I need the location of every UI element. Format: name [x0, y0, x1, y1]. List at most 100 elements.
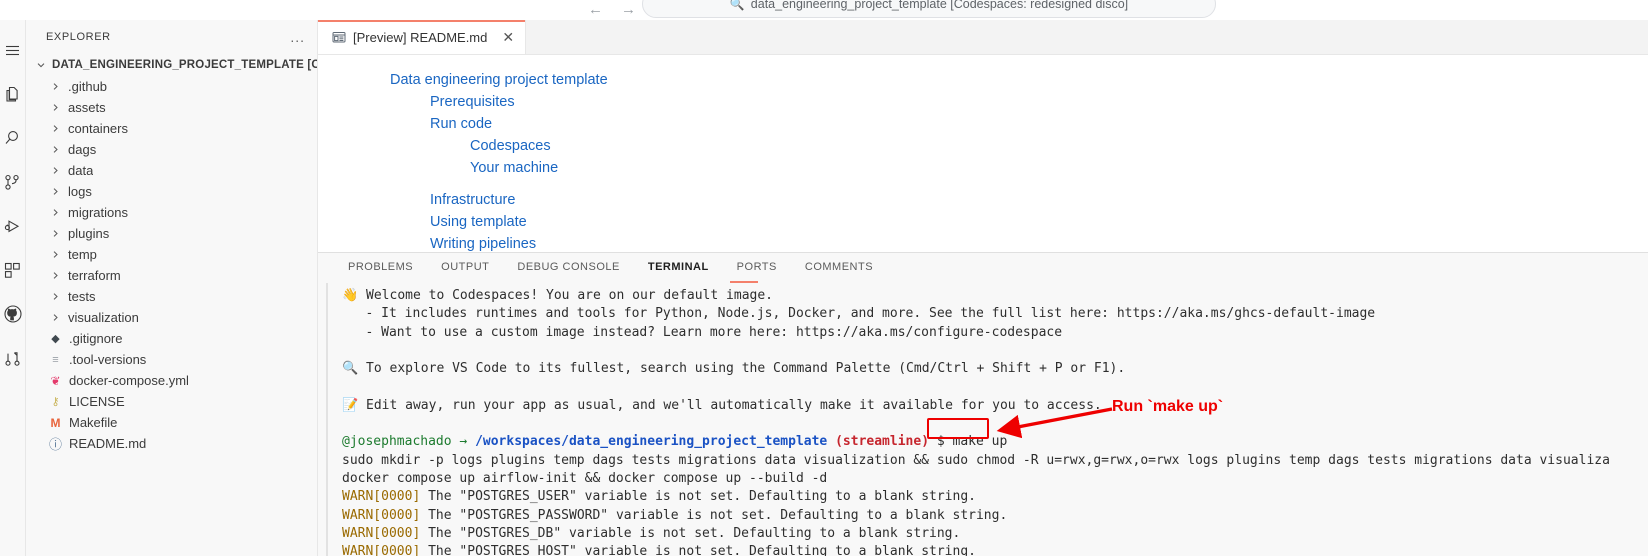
back-icon[interactable]: ←	[588, 0, 603, 20]
chevron-right-icon	[48, 250, 62, 259]
menu-icon[interactable]	[0, 28, 26, 72]
close-icon[interactable]: ✕	[502, 30, 514, 44]
panel-tab-comments[interactable]: COMMENTS	[791, 253, 887, 281]
annotation-highlight-box	[927, 418, 989, 439]
chevron-right-icon	[48, 208, 62, 217]
explorer-header: EXPLORER ...	[26, 20, 317, 54]
editor-tab-bar: [Preview] README.md ✕	[318, 20, 1648, 55]
toc-item: ◦Using template	[318, 211, 1648, 233]
extensions-icon[interactable]	[0, 248, 26, 292]
editor-area: [Preview] README.md ✕ •Data engineering …	[318, 20, 1648, 556]
explorer-icon[interactable]	[0, 72, 26, 116]
workspace-root-row[interactable]: DATA_ENGINEERING_PROJECT_TEMPLATE [CODES…	[26, 54, 317, 76]
tree-item-label: temp	[68, 247, 97, 262]
toc-link-prerequisites[interactable]: Prerequisites	[430, 94, 515, 110]
run-and-debug-icon[interactable]	[0, 204, 26, 248]
pull-request-icon[interactable]	[0, 336, 26, 380]
tree-item-license[interactable]: ⚷LICENSE	[26, 391, 317, 412]
toc-link-codespaces[interactable]: Codespaces	[470, 138, 551, 154]
terminal-output-lines: sudo mkdir -p logs plugins temp dags tes…	[330, 452, 1648, 556]
chevron-right-icon	[48, 103, 62, 112]
tree-item-assets[interactable]: assets	[26, 97, 317, 118]
toc-link-your-machine[interactable]: Your machine	[470, 160, 558, 176]
toc-link-infrastructure[interactable]: Infrastructure	[430, 192, 515, 208]
more-actions-icon[interactable]: ...	[290, 32, 305, 42]
toc-link-using-template[interactable]: Using template	[430, 214, 527, 230]
tree-item-label: plugins	[68, 226, 109, 241]
tab-preview-readme[interactable]: [Preview] README.md ✕	[318, 20, 526, 54]
tree-item-label: visualization	[68, 310, 139, 325]
tree-item-label: terraform	[68, 268, 121, 283]
forward-icon[interactable]: →	[621, 0, 636, 20]
tree-item-label: .tool-versions	[69, 352, 146, 367]
bottom-panel: PROBLEMSOUTPUTDEBUG CONSOLETERMINALPORTS…	[318, 252, 1648, 556]
tree-item-visualization[interactable]: visualization	[26, 307, 317, 328]
tree-item-docker-compose-yml[interactable]: ❦docker-compose.yml	[26, 370, 317, 391]
toc-item: ◦Infrastructure	[318, 189, 1648, 211]
panel-tab-terminal[interactable]: TERMINAL	[634, 253, 723, 281]
terminal-warn-tag: WARN[0000]	[342, 544, 420, 556]
toc-link-data-engineering-project-template[interactable]: Data engineering project template	[390, 72, 608, 88]
tree-item-containers[interactable]: containers	[26, 118, 317, 139]
terminal-warn-message: The "POSTGRES_HOST" variable is not set.…	[420, 544, 976, 556]
prompt-user: @josephmachado	[342, 434, 452, 449]
tree-item-label: assets	[68, 100, 106, 115]
tree-item-label: tests	[68, 289, 95, 304]
table-of-contents: •Data engineering project template◦Prere…	[318, 69, 1648, 255]
panel-tab-debug-console[interactable]: DEBUG CONSOLE	[503, 253, 633, 281]
chevron-right-icon	[48, 271, 62, 280]
address-bar[interactable]: 🔍 data_engineering_project_template [Cod…	[642, 0, 1216, 18]
source-control-icon[interactable]	[0, 160, 26, 204]
tree-item-gitignore[interactable]: ◆.gitignore	[26, 328, 317, 349]
explorer-title: EXPLORER	[46, 31, 111, 43]
terminal-warn-message: The "POSTGRES_PASSWORD" variable is not …	[420, 508, 1007, 523]
address-bar-value: data_engineering_project_template [Codes…	[751, 0, 1128, 11]
toc-item: ▪Your machine	[318, 157, 1648, 179]
tree-item-makefile[interactable]: MMakefile	[26, 412, 317, 433]
tree-item-tool-versions[interactable]: ≡.tool-versions	[26, 349, 317, 370]
tree-item-terraform[interactable]: terraform	[26, 265, 317, 286]
chevron-right-icon	[48, 166, 62, 175]
toc-link-run-code[interactable]: Run code	[430, 116, 492, 132]
info-icon: ⓘ	[48, 434, 63, 453]
tree-item-plugins[interactable]: plugins	[26, 223, 317, 244]
panel-tab-ports[interactable]: PORTS	[723, 253, 791, 281]
terminal-line-warn2: WARN[0000] The "POSTGRES_PASSWORD" varia…	[330, 507, 1648, 525]
prompt-branch-open: (	[835, 434, 843, 449]
tree-item-readme-md[interactable]: ⓘREADME.md	[26, 433, 317, 454]
toc-gap	[318, 179, 1648, 189]
panel-tab-output[interactable]: OUTPUT	[427, 253, 503, 281]
terminal-line-mkdir: sudo mkdir -p logs plugins temp dags tes…	[330, 452, 1648, 470]
terminal-line-custom: - Want to use a custom image instead? Le…	[330, 324, 1648, 342]
tree-item-label: migrations	[68, 205, 128, 220]
chevron-right-icon	[48, 313, 62, 322]
github-icon[interactable]	[0, 292, 26, 336]
search-icon[interactable]	[0, 116, 26, 160]
workspace-root-label: DATA_ENGINEERING_PROJECT_TEMPLATE [CODES…	[52, 59, 317, 71]
tree-item-migrations[interactable]: migrations	[26, 202, 317, 223]
chevron-right-icon	[48, 145, 62, 154]
tree-item-tests[interactable]: tests	[26, 286, 317, 307]
tree-item-data[interactable]: data	[26, 160, 317, 181]
tree-item-label: .github	[68, 79, 107, 94]
search-icon: 🔍	[730, 0, 745, 11]
chevron-right-icon	[48, 124, 62, 133]
terminal-warn-message: The "POSTGRES_USER" variable is not set.…	[420, 489, 976, 504]
terminal-active-indicator	[730, 281, 758, 283]
tree-item-dags[interactable]: dags	[26, 139, 317, 160]
prompt-branch: streamline	[843, 434, 921, 449]
terminal-warn-tag: WARN[0000]	[342, 508, 420, 523]
tree-item-logs[interactable]: logs	[26, 181, 317, 202]
terminal-line-warn3: WARN[0000] The "POSTGRES_DB" variable is…	[330, 525, 1648, 543]
tree-item-github[interactable]: .github	[26, 76, 317, 97]
panel-tab-problems[interactable]: PROBLEMS	[334, 253, 427, 281]
chevron-right-icon	[48, 292, 62, 301]
toc-link-writing-pipelines[interactable]: Writing pipelines	[430, 236, 536, 252]
tree-item-temp[interactable]: temp	[26, 244, 317, 265]
chevron-right-icon	[48, 229, 62, 238]
file-tree: .github assets containersdags data logs migra…	[26, 76, 317, 454]
tree-item-label: data	[68, 163, 93, 178]
tree-item-label: .gitignore	[69, 331, 122, 346]
vscode-window: EXPLORER ... DATA_ENGINEERING_PROJECT_TE…	[0, 20, 1648, 556]
terminal-line-includes: - It includes runtimes and tools for Pyt…	[330, 305, 1648, 323]
